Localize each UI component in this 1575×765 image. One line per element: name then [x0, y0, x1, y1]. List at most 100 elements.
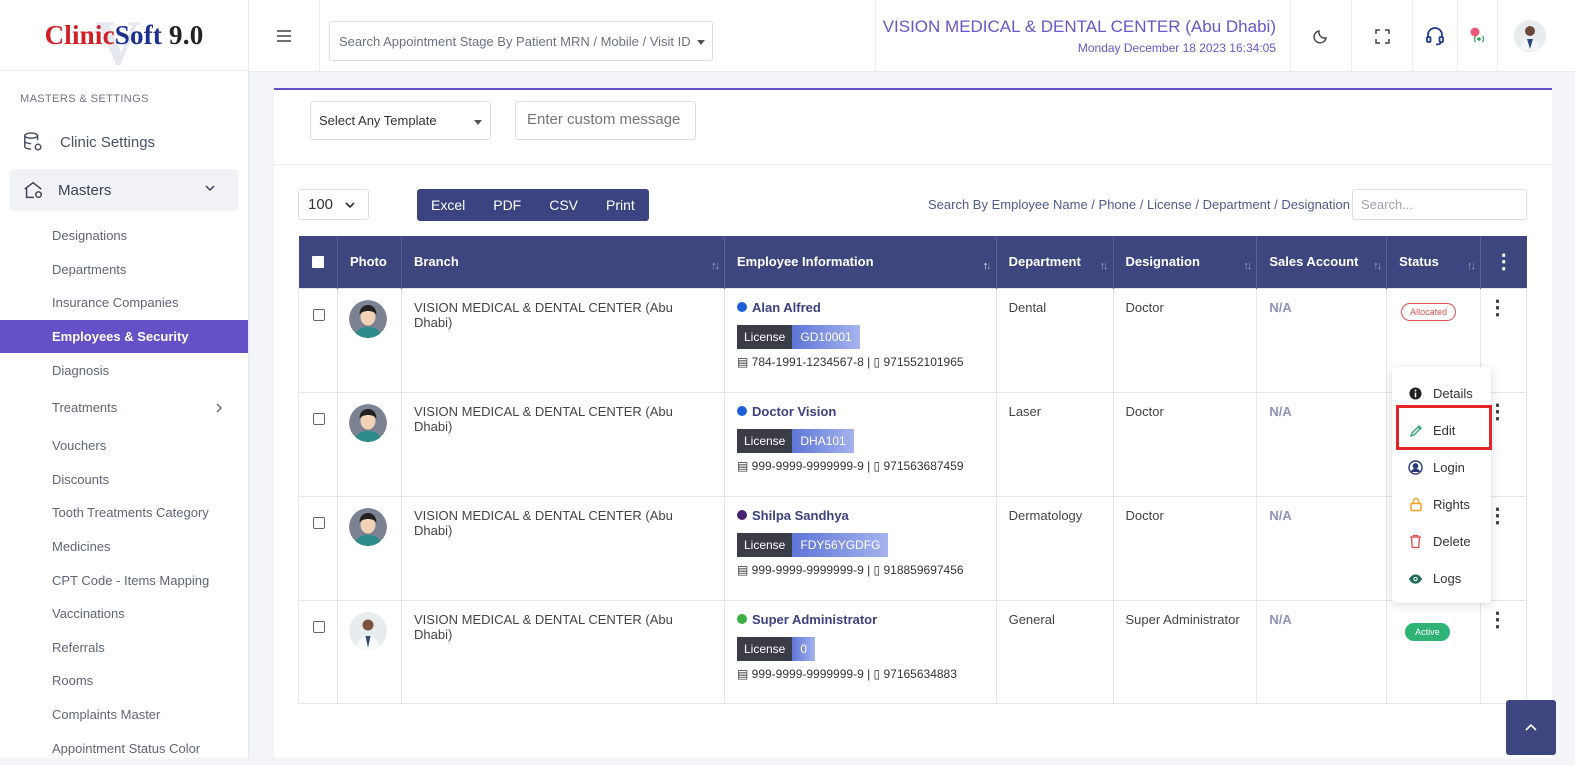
department-cell: Dental: [995, 287, 1114, 393]
print-button[interactable]: Print: [592, 189, 649, 221]
contact-info: ▤ 999-9999-9999999-9 | ▯ 918859697456: [736, 562, 964, 577]
fullscreen-button[interactable]: [1351, 0, 1412, 72]
sidebar-item-clinic-settings[interactable]: Clinic Settings: [0, 123, 248, 161]
custom-message-input[interactable]: [515, 101, 696, 140]
main-content: Select Any Template 100 Excel PDF CSV Pr…: [274, 88, 1552, 758]
branch-cell: VISION MEDICAL & DENTAL CENTER (Abu Dhab…: [400, 599, 725, 704]
employee-name-link[interactable]: Shilpa Sandhya: [736, 508, 984, 523]
table-row: VISION MEDICAL & DENTAL CENTER (Abu Dhab…: [298, 391, 1527, 497]
status-dot: [736, 510, 747, 520]
table-row: VISION MEDICAL & DENTAL CENTER (Abu Dhab…: [298, 495, 1527, 601]
lock-icon: [1409, 497, 1422, 512]
template-row: Select Any Template: [274, 90, 1552, 165]
sidebar-item-appointment-status-color[interactable]: Appointment Status Color: [0, 731, 248, 765]
export-excel-button[interactable]: Excel: [417, 189, 479, 221]
license-badge: License GD10001: [736, 324, 860, 349]
sales-account-cell: N/A: [1256, 495, 1388, 601]
select-all-checkbox[interactable]: [311, 255, 324, 268]
sidebar-item-insurance-companies[interactable]: Insurance Companies: [0, 286, 248, 320]
branch-cell: VISION MEDICAL & DENTAL CENTER (Abu Dhab…: [400, 391, 725, 497]
user-avatar-button[interactable]: [1497, 0, 1562, 72]
column-header-photo: Photo: [337, 236, 402, 288]
export-csv-button[interactable]: CSV: [535, 189, 592, 221]
employee-name-link[interactable]: Doctor Vision: [736, 404, 984, 419]
table-row: VISION MEDICAL & DENTAL CENTER (Abu Dhab…: [298, 287, 1527, 393]
designation-cell: Doctor: [1112, 495, 1258, 601]
sidebar: V ClinicSoft 9.0 MASTERS & SETTINGS Clin…: [0, 0, 249, 758]
column-header-department[interactable]: Department ↑↓: [996, 236, 1114, 288]
sort-asc-icon: ↑↓: [982, 260, 992, 272]
chevron-up-icon: [1525, 723, 1537, 731]
scroll-to-top-button[interactable]: [1506, 700, 1556, 755]
app-logo[interactable]: V ClinicSoft 9.0: [0, 0, 248, 78]
row-checkbox[interactable]: [313, 412, 325, 425]
employee-name-link[interactable]: Alan Alfred: [736, 300, 984, 315]
kebab-icon[interactable]: ⋮: [1481, 298, 1514, 318]
column-header-actions[interactable]: ⋮: [1480, 236, 1527, 288]
sidebar-item-departments[interactable]: Departments: [0, 253, 248, 287]
column-header-designation[interactable]: Designation ↑↓: [1113, 236, 1258, 288]
kebab-icon[interactable]: ⋮: [1481, 610, 1514, 630]
status-cell: Active: [1386, 599, 1481, 704]
sidebar-item-masters[interactable]: Masters: [10, 169, 238, 211]
appointment-search-select[interactable]: Search Appointment Stage By Patient MRN …: [329, 21, 713, 61]
sidebar-item-employees-security[interactable]: Employees & Security: [0, 319, 248, 354]
sidebar-item-rooms[interactable]: Rooms: [0, 664, 248, 698]
export-pdf-button[interactable]: PDF: [479, 189, 535, 221]
broadcast-icon: [1470, 27, 1484, 43]
sidebar-item-tooth-treatments-category[interactable]: Tooth Treatments Category: [0, 496, 248, 530]
sidebar-item-referrals[interactable]: Referrals: [0, 631, 248, 665]
live-status-button[interactable]: [1457, 0, 1497, 72]
sidebar-item-diagnosis[interactable]: Diagnosis: [0, 353, 248, 387]
sidebar-item-designations[interactable]: Designations: [0, 219, 248, 253]
sales-account-cell: N/A: [1256, 391, 1388, 497]
sidebar-item-treatments[interactable]: Treatments: [0, 387, 248, 429]
support-button[interactable]: [1412, 0, 1457, 72]
column-header-status[interactable]: Status ↑↓: [1386, 236, 1481, 288]
employee-info-cell: Super Administrator License 0 ▤ 999-9999-…: [723, 599, 997, 704]
status-badge: Active: [1405, 622, 1450, 641]
sort-icon: ↑↓: [710, 260, 720, 272]
menu-item-delete[interactable]: Delete: [1392, 523, 1491, 560]
menu-toggle-button[interactable]: [249, 0, 319, 72]
sidebar-item-vaccinations[interactable]: Vaccinations: [0, 597, 248, 631]
designation-cell: Doctor: [1112, 287, 1258, 393]
caret-down-icon: [474, 120, 482, 125]
sidebar-item-discounts[interactable]: Discounts: [0, 463, 248, 497]
sidebar-item-cpt-code-mapping[interactable]: CPT Code - Items Mapping: [0, 563, 248, 597]
employee-search-input[interactable]: Search...: [1352, 189, 1527, 220]
row-checkbox[interactable]: [313, 620, 325, 633]
menu-item-login[interactable]: Login: [1392, 449, 1491, 486]
contact-info: ▤ 999-9999-9999999-9 | ▯ 971563687459: [736, 458, 964, 473]
select-all-header[interactable]: [298, 236, 338, 288]
dark-mode-button[interactable]: [1290, 0, 1351, 72]
employee-info-cell: Alan Alfred License GD10001 ▤ 784-1991-12…: [723, 287, 997, 393]
avatar: [349, 507, 387, 546]
column-header-employee-information[interactable]: Employee Information ↑↓: [724, 236, 997, 288]
edit-highlight-box: [1396, 405, 1492, 450]
template-select[interactable]: Select Any Template: [310, 101, 491, 140]
fullscreen-icon: [1374, 28, 1390, 44]
avatar: [349, 611, 387, 650]
row-actions[interactable]: ⋮: [1480, 599, 1527, 704]
menu-item-rights[interactable]: Rights: [1392, 486, 1491, 523]
sidebar-item-vouchers[interactable]: Vouchers: [0, 429, 248, 463]
current-datetime: Monday December 18 2023 16:34:05: [1077, 41, 1276, 55]
sort-icon: ↑↓: [1467, 260, 1476, 272]
contact-info: ▤ 784-1991-1234567-8 | ▯ 971552101965: [736, 354, 964, 369]
clinic-info: VISION MEDICAL & DENTAL CENTER (Abu Dhab…: [875, 0, 1290, 72]
page-length-select[interactable]: 100: [298, 189, 369, 220]
column-header-sales-account[interactable]: Sales Account ↑↓: [1256, 236, 1388, 288]
sidebar-item-medicines[interactable]: Medicines: [0, 530, 248, 564]
table-controls: 100 Excel PDF CSV Print Search By Employ…: [274, 189, 1552, 221]
table-row: VISION MEDICAL & DENTAL CENTER (Abu Dhab…: [298, 599, 1527, 704]
employee-name-link[interactable]: Super Administrator: [736, 612, 984, 627]
menu-item-logs[interactable]: Logs: [1392, 560, 1491, 597]
row-checkbox[interactable]: [313, 308, 325, 321]
column-header-branch[interactable]: Branch ↑↓: [401, 236, 725, 288]
trash-icon: [1410, 534, 1421, 549]
sidebar-item-complaints-master[interactable]: Complaints Master: [0, 698, 248, 732]
chevron-right-icon: [216, 403, 222, 413]
row-checkbox[interactable]: [313, 516, 325, 529]
status-dot: [736, 406, 747, 416]
